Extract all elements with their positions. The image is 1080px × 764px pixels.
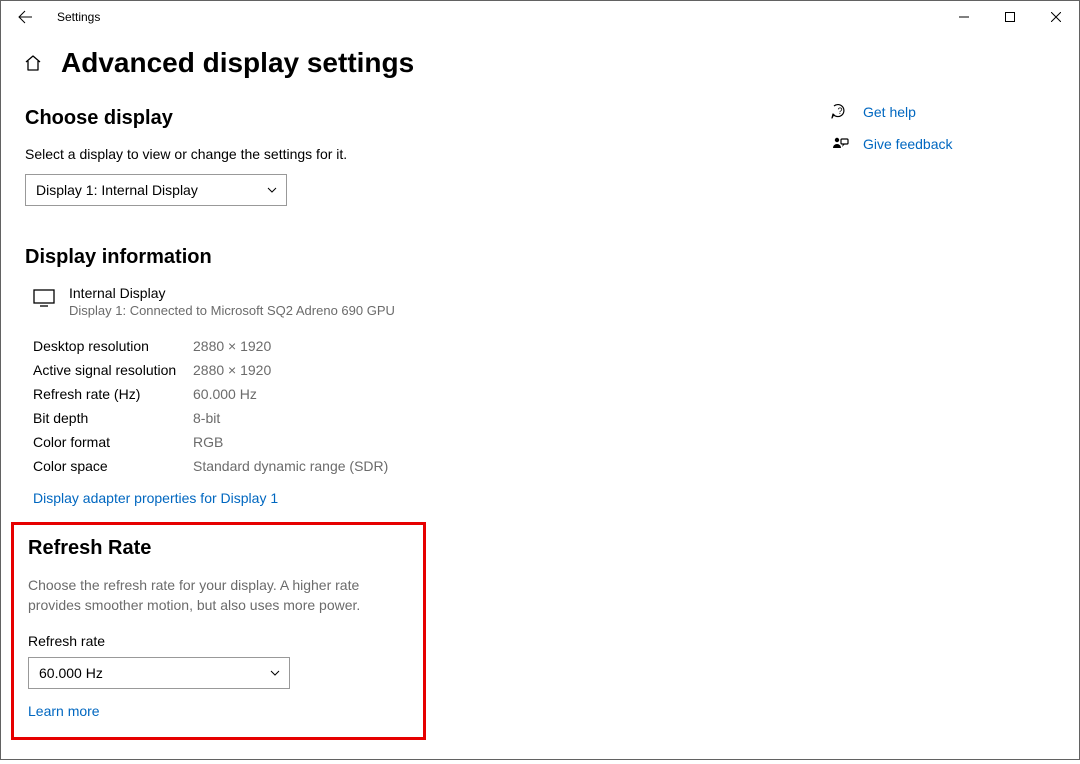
chevron-down-icon <box>269 667 281 679</box>
minimize-button[interactable] <box>941 1 987 33</box>
display-name: Internal Display <box>69 285 395 301</box>
choose-display-instruction: Select a display to view or change the s… <box>25 146 805 162</box>
choose-display-heading: Choose display <box>25 107 805 130</box>
refresh-rate-section: Refresh Rate Choose the refresh rate for… <box>11 522 426 740</box>
prop-key: Refresh rate (Hz) <box>33 382 193 406</box>
display-subtitle: Display 1: Connected to Microsoft SQ2 Ad… <box>69 303 395 318</box>
home-button[interactable] <box>23 53 43 73</box>
page-title: Advanced display settings <box>61 47 414 79</box>
give-feedback-link[interactable]: Give feedback <box>863 136 953 152</box>
help-icon: ? <box>831 103 849 121</box>
home-icon <box>23 53 43 73</box>
table-row: Color spaceStandard dynamic range (SDR) <box>33 454 388 478</box>
refresh-rate-heading: Refresh Rate <box>28 537 409 560</box>
refresh-rate-value: 60.000 Hz <box>39 665 103 681</box>
get-help-row: ? Get help <box>831 103 953 121</box>
prop-key: Desktop resolution <box>33 334 193 358</box>
close-icon <box>1051 12 1061 22</box>
learn-more-link[interactable]: Learn more <box>28 703 100 719</box>
display-selector-value: Display 1: Internal Display <box>36 182 198 198</box>
display-info-heading: Display information <box>25 246 805 269</box>
table-row: Active signal resolution2880 × 1920 <box>33 358 388 382</box>
prop-value: RGB <box>193 430 388 454</box>
prop-key: Color space <box>33 454 193 478</box>
prop-value: 2880 × 1920 <box>193 334 388 358</box>
prop-value: 8-bit <box>193 406 388 430</box>
monitor-icon <box>33 288 55 308</box>
table-row: Refresh rate (Hz)60.000 Hz <box>33 382 388 406</box>
arrow-left-icon <box>17 9 33 25</box>
prop-key: Bit depth <box>33 406 193 430</box>
page-header: Advanced display settings <box>25 47 805 79</box>
display-properties-table: Desktop resolution2880 × 1920 Active sig… <box>33 334 388 478</box>
prop-value: 2880 × 1920 <box>193 358 388 382</box>
chevron-down-icon <box>266 184 278 196</box>
prop-key: Active signal resolution <box>33 358 193 382</box>
minimize-icon <box>959 12 969 22</box>
back-button[interactable] <box>1 1 49 33</box>
table-row: Desktop resolution2880 × 1920 <box>33 334 388 358</box>
feedback-icon <box>831 135 849 153</box>
titlebar: Settings <box>1 1 1079 33</box>
refresh-rate-field-label: Refresh rate <box>28 633 409 649</box>
window-controls <box>941 1 1079 33</box>
svg-text:?: ? <box>837 106 842 116</box>
help-sidebar: ? Get help Give feedback <box>831 103 953 167</box>
refresh-rate-dropdown[interactable]: 60.000 Hz <box>28 657 290 689</box>
close-button[interactable] <box>1033 1 1079 33</box>
adapter-properties-link[interactable]: Display adapter properties for Display 1 <box>33 490 278 506</box>
prop-value: 60.000 Hz <box>193 382 388 406</box>
window-title: Settings <box>49 10 100 24</box>
maximize-button[interactable] <box>987 1 1033 33</box>
give-feedback-row: Give feedback <box>831 135 953 153</box>
prop-value: Standard dynamic range (SDR) <box>193 454 388 478</box>
get-help-link[interactable]: Get help <box>863 104 916 120</box>
table-row: Bit depth8-bit <box>33 406 388 430</box>
display-info-header: Internal Display Display 1: Connected to… <box>33 285 805 318</box>
table-row: Color formatRGB <box>33 430 388 454</box>
prop-key: Color format <box>33 430 193 454</box>
maximize-icon <box>1005 12 1015 22</box>
display-selector-dropdown[interactable]: Display 1: Internal Display <box>25 174 287 206</box>
refresh-rate-description: Choose the refresh rate for your display… <box>28 576 408 615</box>
